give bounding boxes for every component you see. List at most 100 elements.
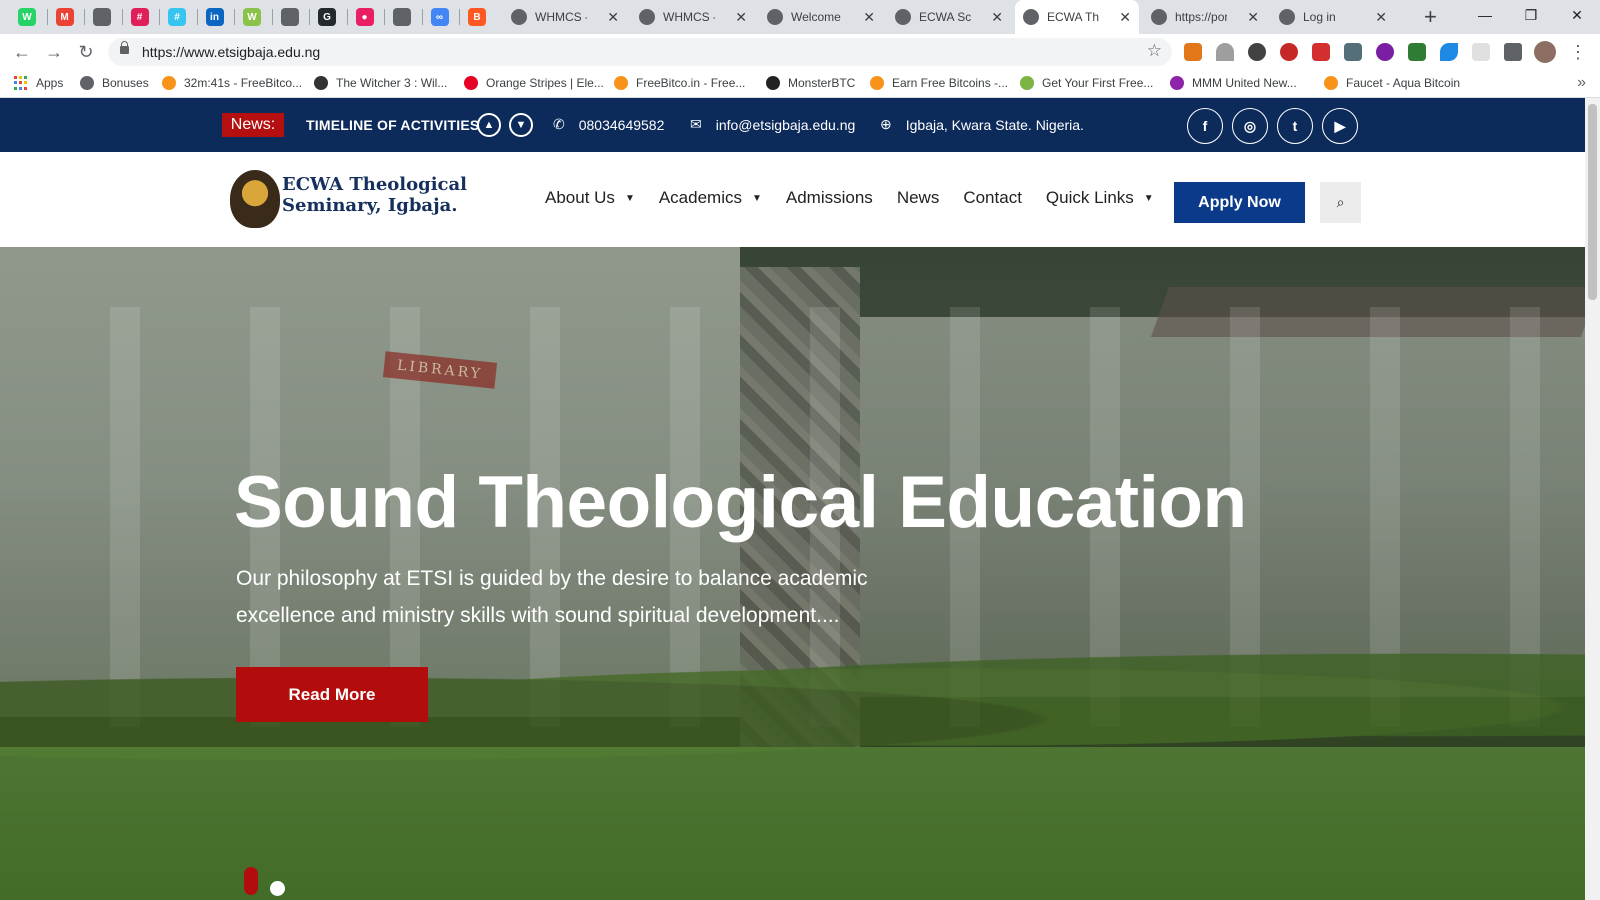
whatsapp-icon[interactable]: W xyxy=(18,8,36,26)
globe-icon[interactable] xyxy=(393,8,411,26)
globe-icon[interactable] xyxy=(93,8,111,26)
browser-tab[interactable]: WHMCS - Sc ✕ xyxy=(631,0,755,34)
browser-tab[interactable]: WHMCS - Sc ✕ xyxy=(503,0,627,34)
browser-tab[interactable]: https://port ✕ xyxy=(1143,0,1267,34)
bookmark-item[interactable]: MonsterBTC xyxy=(766,76,855,90)
ladybug-icon[interactable] xyxy=(1280,43,1298,61)
page-scrollbar[interactable] xyxy=(1585,98,1600,900)
bookmark-item[interactable]: MMM United New... xyxy=(1170,76,1297,90)
browser-tab[interactable]: ECWA Theol ✕ xyxy=(1015,0,1139,34)
facebook-icon[interactable]: f xyxy=(1187,108,1223,144)
nav-item-contact[interactable]: Contact xyxy=(963,188,1022,208)
slider-dot[interactable] xyxy=(270,881,285,896)
profile-avatar[interactable] xyxy=(1534,41,1556,63)
youtube-icon[interactable]: ▶ xyxy=(1322,108,1358,144)
close-tab-icon[interactable]: ✕ xyxy=(1241,9,1259,26)
github-icon[interactable]: G xyxy=(318,8,336,26)
news-headline[interactable]: TIMELINE OF ACTIVITIES xyxy=(306,117,479,133)
bookmark-item[interactable]: Orange Stripes | Ele... xyxy=(464,76,604,90)
browser-tab[interactable]: Log in ✕ xyxy=(1271,0,1395,34)
bookmark-item[interactable]: 32m:41s - FreeBitco... xyxy=(162,76,302,90)
restore-button[interactable]: ❐ xyxy=(1508,0,1554,30)
apply-now-button[interactable]: Apply Now xyxy=(1174,182,1305,223)
metamask-icon[interactable] xyxy=(1184,43,1202,61)
menu-kebab-icon[interactable]: ⋮ xyxy=(1566,40,1590,64)
extension-icon[interactable] xyxy=(1216,43,1234,61)
url-text[interactable]: https://www.etsigbaja.edu.ng xyxy=(142,44,320,60)
nav-item-academics[interactable]: Academics ▼ xyxy=(659,188,762,208)
extension-icon[interactable] xyxy=(1376,43,1394,61)
browser-tab[interactable]: ECWA Schoo ✕ xyxy=(887,0,1011,34)
tab-separator xyxy=(46,9,48,25)
nav-item-about-us[interactable]: About Us ▼ xyxy=(545,188,635,208)
gmail-icon[interactable]: M xyxy=(55,8,74,26)
close-tab-icon[interactable]: ✕ xyxy=(985,9,1003,26)
bookmark-label: Get Your First Free... xyxy=(1042,76,1154,90)
search-button[interactable]: ⌕ xyxy=(1320,182,1361,223)
extension-icon[interactable] xyxy=(1344,43,1362,61)
nav-item-label: Contact xyxy=(963,188,1022,207)
back-button[interactable]: ← xyxy=(10,40,34,64)
tree-icon[interactable] xyxy=(1408,43,1426,61)
nav-item-news[interactable]: News xyxy=(897,188,940,208)
tab-separator xyxy=(159,9,160,25)
slack-icon[interactable]: # xyxy=(130,8,149,26)
twitter-icon[interactable]: t xyxy=(1277,108,1313,144)
address-bar[interactable]: https://www.etsigbaja.edu.ng ☆ xyxy=(108,38,1172,66)
nav-item-quick-links[interactable]: Quick Links ▼ xyxy=(1046,188,1154,208)
slack-icon[interactable]: # xyxy=(168,8,186,26)
bookmark-label: Faucet - Aqua Bitcoin xyxy=(1346,76,1461,90)
record-icon[interactable]: ● xyxy=(355,8,374,26)
reload-button[interactable]: ↻ xyxy=(74,40,98,64)
bookmark-star-icon[interactable]: ☆ xyxy=(1147,41,1162,61)
bookmark-item[interactable]: The Witcher 3 : Wil... xyxy=(314,76,447,90)
email-address: info@etsigbaja.edu.ng xyxy=(715,116,856,133)
bookmark-item[interactable]: Earn Free Bitcoins -... xyxy=(870,76,1008,90)
extension-badge-icon[interactable] xyxy=(1312,43,1330,61)
puzzle-icon[interactable] xyxy=(1504,43,1522,61)
bookmark-item[interactable]: FreeBitco.in - Free... xyxy=(614,76,745,90)
extension-icon[interactable] xyxy=(1248,43,1266,61)
linkedin-icon[interactable]: in xyxy=(205,8,224,26)
blogger-icon[interactable]: B xyxy=(468,8,486,26)
slider-dot[interactable] xyxy=(244,867,258,895)
envelope-icon: ✉ xyxy=(690,116,702,132)
close-tab-icon[interactable]: ✕ xyxy=(1113,9,1131,26)
close-tab-icon[interactable]: ✕ xyxy=(601,9,619,26)
nav-item-admissions[interactable]: Admissions xyxy=(786,188,873,208)
bitcoin-icon xyxy=(870,76,884,90)
globe-icon xyxy=(1151,9,1167,25)
close-tab-icon[interactable]: ✕ xyxy=(1369,9,1387,26)
whmcs-icon[interactable]: W xyxy=(243,8,261,26)
seminary-logo-text[interactable]: ECWA Theological Seminary, Igbaja. xyxy=(282,174,467,216)
globe-icon: ⊕ xyxy=(880,116,892,132)
news-prev-button[interactable]: ▲ xyxy=(477,113,501,137)
minimize-button[interactable]: — xyxy=(1462,0,1508,30)
lawn xyxy=(0,747,1585,900)
scrollbar-thumb[interactable] xyxy=(1588,104,1597,300)
bookmark-item[interactable]: Bonuses xyxy=(80,76,149,90)
email-contact[interactable]: ✉ info@etsigbaja.edu.ng xyxy=(690,116,855,133)
new-tab-button[interactable]: + xyxy=(1424,4,1437,30)
school-icon xyxy=(895,9,911,25)
bookmark-item[interactable]: Get Your First Free... xyxy=(1020,76,1153,90)
close-window-button[interactable]: ✕ xyxy=(1554,0,1600,30)
extension-icon[interactable] xyxy=(1472,43,1490,61)
feather-icon[interactable] xyxy=(1440,43,1458,61)
bookmarks-overflow-button[interactable]: » xyxy=(1577,74,1586,92)
globe-icon[interactable] xyxy=(280,8,299,26)
read-more-button[interactable]: Read More xyxy=(236,667,428,722)
news-next-button[interactable]: ▼ xyxy=(509,113,533,137)
tab-separator xyxy=(196,9,198,25)
bookmark-item[interactable]: Faucet - Aqua Bitcoin xyxy=(1324,76,1460,90)
browser-tab[interactable]: Welcome to ✕ xyxy=(759,0,883,34)
close-tab-icon[interactable]: ✕ xyxy=(729,9,747,26)
location-text: Igbaja, Kwara State. Nigeria. xyxy=(905,116,1084,133)
close-tab-icon[interactable]: ✕ xyxy=(857,9,875,26)
instagram-icon[interactable]: ◎ xyxy=(1232,108,1268,144)
bookmark-item[interactable]: Apps xyxy=(14,76,63,90)
forward-button[interactable]: → xyxy=(42,40,66,64)
seminary-logo-emblem[interactable] xyxy=(230,170,280,228)
link-icon[interactable]: ∞ xyxy=(430,8,449,26)
phone-contact[interactable]: ✆ 08034649582 xyxy=(553,116,664,133)
